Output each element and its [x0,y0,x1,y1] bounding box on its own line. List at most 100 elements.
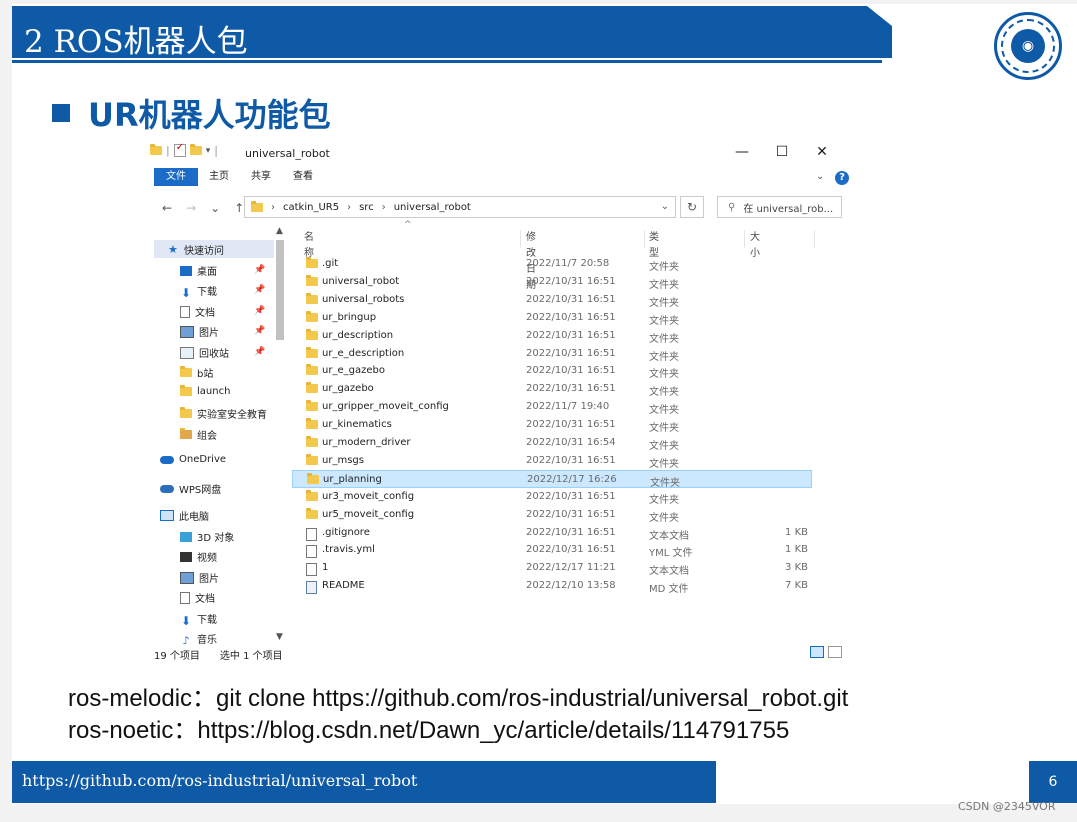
file-type: 文件夹 [649,441,679,452]
nav-recycle-bin[interactable]: 回收站 [180,345,229,360]
breadcrumb-item[interactable]: universal_robot [394,202,471,213]
up-button[interactable]: ↑ [234,201,244,215]
file-size: 1 KB [785,526,808,538]
file-row[interactable]: ur_modern_driver 2022/10/31 16:54 文件夹 [292,434,812,452]
file-row[interactable]: ur_gripper_moveit_config 2022/11/7 19:40 文… [292,398,812,416]
file-row[interactable]: ur_description 2022/10/31 16:51 文件夹 [292,327,812,345]
file-row[interactable]: ur3_moveit_config 2022/10/31 16:51 文件夹 [292,488,812,506]
document-icon [180,591,190,604]
file-type: 文件夹 [649,315,679,327]
view-switcher [810,646,842,658]
file-date: 2022/12/17 11:21 [526,562,616,574]
expand-ribbon-icon[interactable]: ⌄ [816,171,824,182]
scrollbar-thumb[interactable] [276,240,284,340]
file-row[interactable]: ur_planning 2022/12/17 16:26 文件夹 [292,469,812,489]
large-icons-view-icon[interactable] [828,646,842,658]
file-row[interactable]: ur_gazebo 2022/10/31 16:51 文件夹 [292,380,812,398]
file-type: 文件夹 [649,279,679,291]
file-name: ur_planning [323,473,382,485]
file-row[interactable]: ur5_moveit_config 2022/10/31 16:51 文件夹 [292,506,812,524]
forward-button[interactable]: → [186,201,196,215]
column-type[interactable]: 类型 [649,230,659,259]
nav-music[interactable]: ♪ 音乐 [180,631,217,645]
page-number: 6 [1029,761,1077,803]
folder-icon[interactable] [150,144,162,155]
details-view-icon[interactable] [810,646,824,658]
file-row[interactable]: ur_bringup 2022/10/31 16:51 文件夹 [292,309,812,327]
breadcrumb-item[interactable]: catkin_UR5 [283,202,339,213]
window-controls: — ☐ ✕ [722,144,842,160]
scroll-up-icon[interactable]: ▲ [276,226,283,236]
file-name: ur_bringup [322,311,377,323]
tab-share[interactable]: 共享 [240,168,282,186]
nav-pictures[interactable]: 图片 [180,324,219,339]
nav-downloads-pc[interactable]: ⬇ 下载 [180,611,217,628]
nav-desktop[interactable]: 桌面 [180,263,217,278]
file-name: .travis.yml [322,544,375,556]
close-button[interactable]: ✕ [802,144,842,160]
tab-file[interactable]: 文件 [154,168,198,186]
tab-view[interactable]: 查看 [282,168,324,186]
file-type: 文件夹 [649,262,679,273]
nav-videos[interactable]: 视频 [180,549,217,564]
file-row[interactable]: .travis.yml 2022/10/31 16:51 YML 文件 1 KB [292,541,812,559]
file-row[interactable]: .git 2022/11/7 20:58 文件夹 [292,255,812,273]
maximize-button[interactable]: ☐ [762,144,802,160]
refresh-button[interactable]: ↻ [680,196,704,218]
help-icon[interactable]: ? [835,171,849,185]
nav-scrollbar[interactable]: ▲ ▼ [274,226,286,646]
breadcrumb-item[interactable]: src [359,202,374,213]
column-size[interactable]: 大小 [750,230,760,259]
file-row[interactable]: ur_kinematics 2022/10/31 16:51 文件夹 [292,416,812,434]
nav-this-pc[interactable]: 此电脑 [160,508,209,523]
picture-icon [180,325,194,338]
file-date: 2022/10/31 16:51 [526,365,616,377]
new-folder-icon[interactable] [189,144,202,155]
back-button[interactable]: ← [162,201,172,215]
search-input[interactable]: ⚲ 在 universal_rob... [717,196,842,218]
nav-onedrive[interactable]: OneDrive [160,454,226,465]
nav-wps-cloud[interactable]: WPS网盘 [160,481,221,496]
file-row[interactable]: ur_e_gazebo 2022/10/31 16:51 文件夹 [292,362,812,380]
file-row[interactable]: universal_robot 2022/10/31 16:51 文件夹 [292,273,812,291]
file-type: 文件夹 [649,512,679,524]
pin-icon: 📌 [254,285,266,295]
nav-folder-group-meeting[interactable]: 组会 [180,427,217,442]
file-date: 2022/10/31 16:51 [526,544,616,556]
navigation-buttons: ← → ⌄ ↑ [162,201,244,215]
folder-icon [306,382,318,394]
file-row[interactable]: .gitignore 2022/10/31 16:51 文本文档 1 KB [292,524,812,542]
customize-toolbar-icon[interactable]: ▾ [206,146,211,156]
nav-folder-bzhan[interactable]: b站 [180,365,213,380]
file-row[interactable]: README 2022/12/10 13:58 MD 文件 7 KB [292,577,812,595]
scroll-down-icon[interactable]: ▼ [276,632,283,642]
nav-folder-lab-safety[interactable]: 实验室安全教育 [180,406,267,421]
nav-3d-objects[interactable]: 3D 对象 [180,529,234,544]
file-row[interactable]: ur_msgs 2022/10/31 16:51 文件夹 [292,452,812,470]
file-row[interactable]: universal_robots 2022/10/31 16:51 文件夹 [292,291,812,309]
file-row[interactable]: 1 2022/12/17 11:21 文本文档 3 KB [292,559,812,577]
folder-icon [180,407,192,418]
minimize-button[interactable]: — [722,144,762,160]
nav-quick-access[interactable]: ★ 快速访问 [154,240,274,258]
file-type: 文本文档 [649,566,689,578]
nav-documents-pc[interactable]: 文档 [180,590,215,605]
nav-pictures-pc[interactable]: 图片 [180,570,219,585]
file-name: universal_robot [322,275,400,287]
folder-icon [306,507,318,519]
column-date[interactable]: 修改日期 [526,230,536,291]
address-bar[interactable]: › catkin_UR5 › src › universal_robot ⌄ [244,196,676,218]
chevron-down-icon[interactable]: ⌄ [661,201,669,212]
nav-documents[interactable]: 文档 [180,304,215,319]
nav-folder-launch[interactable]: launch [180,385,230,397]
recent-locations-button[interactable]: ⌄ [210,201,220,215]
tab-home[interactable]: 主页 [198,168,240,186]
properties-icon[interactable] [173,142,186,157]
file-date: 2022/11/7 19:40 [526,401,610,413]
nav-downloads[interactable]: ⬇ 下载 [180,283,217,300]
file-name: ur5_moveit_config [322,508,415,520]
file-row[interactable]: ur_e_description 2022/10/31 16:51 文件夹 [292,345,812,363]
column-name[interactable]: 名称 [304,230,314,259]
music-icon: ♪ [182,633,190,645]
file-type: 文件夹 [649,297,679,309]
